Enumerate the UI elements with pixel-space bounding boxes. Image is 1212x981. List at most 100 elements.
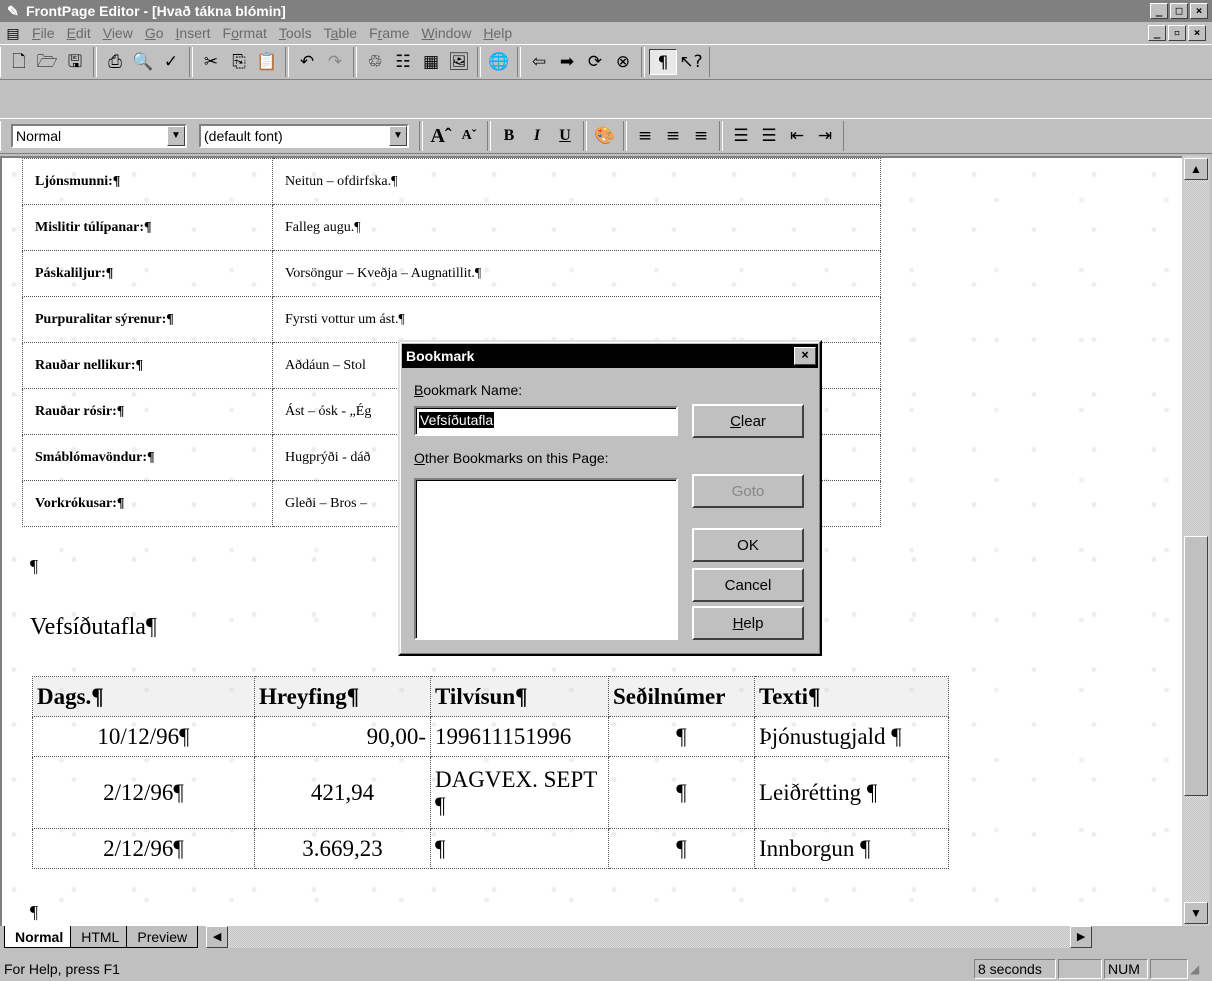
cancel-button[interactable]: Cancel [692,568,804,602]
final-paragraph-mark[interactable]: ¶ [30,902,38,923]
align-left-icon[interactable]: ≡ [631,123,659,149]
flower-meaning-cell[interactable]: Vorsöngur – Kveðja – Augnatillit.¶ [272,250,881,297]
cell-date[interactable]: 2/12/96¶ [32,756,255,829]
bookmark-name-input[interactable]: Vefsíðutafla [414,406,678,436]
cell-reference[interactable]: 199611151996 [430,716,609,757]
flower-name-cell[interactable]: Rauðar rósir:¶ [22,388,273,435]
doc-restore-button[interactable]: ▫ [1168,25,1186,41]
flower-meaning-cell[interactable]: Neitun – ofdirfska.¶ [272,158,881,205]
header-date[interactable]: Dags.¶ [32,676,255,717]
bulleted-list-icon[interactable]: ☰ [755,123,783,149]
help-pointer-icon[interactable]: ↖? [677,49,705,75]
increase-font-size-icon[interactable]: Aˆ [427,123,455,149]
flower-meaning-cell[interactable]: Fyrsti vottur um ást.¶ [272,296,881,343]
header-movement[interactable]: Hreyfing¶ [254,676,431,717]
insert-image-icon[interactable]: 🖼 [445,49,473,75]
flower-name-cell[interactable]: Smáblómavöndur:¶ [22,434,273,481]
italic-icon[interactable]: I [523,123,551,149]
style-dropdown-icon[interactable]: ▼ [167,126,185,146]
cut-icon[interactable]: ✂ [197,49,225,75]
menu-edit[interactable]: Edit [61,25,97,41]
empty-paragraph-mark[interactable]: ¶ [30,556,38,577]
print-icon[interactable]: ⎙ [101,49,129,75]
style-select[interactable]: Normal ▼ [11,124,187,148]
clear-button[interactable]: Clear [692,404,804,438]
flower-name-cell[interactable]: Páskaliljur:¶ [22,250,273,297]
menu-insert[interactable]: Insert [170,25,217,41]
redo-icon[interactable]: ↷ [321,49,349,75]
flower-name-cell[interactable]: Purpuralitar sýrenur:¶ [22,296,273,343]
menu-help[interactable]: Help [477,25,518,41]
help-button[interactable]: Help [692,606,804,640]
decrease-font-size-icon[interactable]: Aˇ [455,123,483,149]
scroll-left-icon[interactable]: ◀ [206,926,229,948]
copy-icon[interactable]: ⎘ [225,49,253,75]
insert-table-icon[interactable]: ▦ [417,49,445,75]
cell-movement[interactable]: 421,94 [254,756,431,829]
flower-name-cell[interactable]: Vorkrókusar:¶ [22,480,273,527]
close-button[interactable]: × [1190,3,1208,19]
menu-format[interactable]: Format [217,25,273,41]
tab-normal[interactable]: Normal [4,926,75,948]
cell-slip-number[interactable]: ¶ [608,716,755,757]
horizontal-scrollbar[interactable]: ◀ ▶ [206,926,1093,948]
refresh-icon[interactable]: ⟳ [581,49,609,75]
header-slip-number[interactable]: Seðilnúmer [608,676,755,717]
menu-go[interactable]: Go [139,25,170,41]
cell-date[interactable]: 2/12/96¶ [32,828,255,869]
header-reference[interactable]: Tilvísun¶ [430,676,609,717]
doc-close-button[interactable]: × [1188,25,1206,41]
scroll-up-icon[interactable]: ▲ [1184,158,1208,180]
dialog-close-icon[interactable]: × [794,347,816,365]
cell-reference[interactable]: DAGVEX. SEPT ¶ [430,756,609,829]
flower-name-cell[interactable]: Ljónsmunni:¶ [22,158,273,205]
vertical-scrollbar[interactable]: ▲ ▼ [1182,156,1210,926]
print-preview-icon[interactable]: 🔍 [129,49,157,75]
scroll-down-icon[interactable]: ▼ [1184,902,1208,924]
stop-icon[interactable]: ⊗ [609,49,637,75]
other-bookmarks-list[interactable] [414,478,678,640]
decrease-indent-icon[interactable]: ⇤ [783,123,811,149]
flower-meaning-cell[interactable]: Falleg augu.¶ [272,204,881,251]
undo-icon[interactable]: ↶ [293,49,321,75]
flower-name-cell[interactable]: Rauðar nellikur:¶ [22,342,273,389]
ok-button[interactable]: OK [692,528,804,562]
increase-indent-icon[interactable]: ⇥ [811,123,839,149]
scroll-thumb[interactable] [1184,536,1208,796]
webbot-icon[interactable]: ♲ [361,49,389,75]
menu-tools[interactable]: Tools [273,25,318,41]
menu-frame[interactable]: Frame [363,25,415,41]
cell-slip-number[interactable]: ¶ [608,756,755,829]
cell-slip-number[interactable]: ¶ [608,828,755,869]
forward-icon[interactable]: ➡ [553,49,581,75]
frontpage-app-icon[interactable]: ✎ [4,2,22,20]
maximize-button[interactable]: □ [1170,3,1188,19]
align-right-icon[interactable]: ≡ [687,123,715,149]
cell-date[interactable]: 10/12/96¶ [32,716,255,757]
scroll-right-icon[interactable]: ▶ [1070,926,1093,948]
cell-reference[interactable]: ¶ [430,828,609,869]
open-folder-icon[interactable]: 🗁 [33,49,61,75]
page-heading[interactable]: Vefsíðutafla¶ [30,614,157,641]
document-icon[interactable]: ▤ [4,25,22,42]
menu-window[interactable]: Window [416,25,478,41]
cell-text[interactable]: Leiðrétting ¶ [754,756,949,829]
goto-button[interactable]: Goto [692,474,804,508]
paste-icon[interactable]: 📋 [253,49,281,75]
tab-html[interactable]: HTML [70,926,131,948]
menu-file[interactable]: File [26,25,61,41]
numbered-list-icon[interactable]: ☰ [727,123,755,149]
text-color-icon[interactable]: 🎨 [591,123,619,149]
flower-name-cell[interactable]: Mislitir túlípanar:¶ [22,204,273,251]
cell-movement[interactable]: 90,00- [254,716,431,757]
save-icon[interactable]: 🖫 [61,49,89,75]
font-dropdown-icon[interactable]: ▼ [389,126,407,146]
menu-table[interactable]: Table [318,25,363,41]
new-page-icon[interactable]: 🗋 [5,49,33,75]
doc-minimize-button[interactable]: _ [1148,25,1166,41]
tab-preview[interactable]: Preview [126,926,199,948]
cell-text[interactable]: Þjónustugjald ¶ [754,716,949,757]
cell-movement[interactable]: 3.669,23 [254,828,431,869]
align-center-icon[interactable]: ≡ [659,123,687,149]
spelling-icon[interactable]: ✓ [157,49,185,75]
